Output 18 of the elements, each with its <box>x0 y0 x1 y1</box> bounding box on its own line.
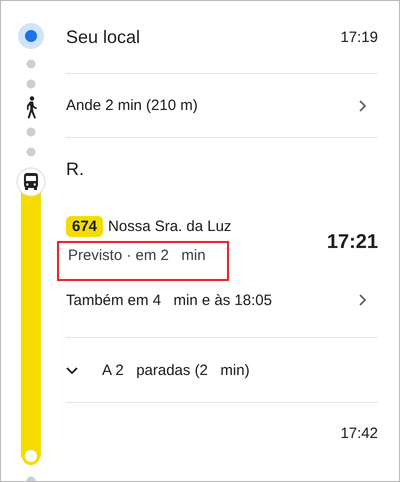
route-headsign: Nossa Sra. da Luz <box>108 218 232 235</box>
stops-summary[interactable]: A 2 paradas (2 min) <box>102 362 250 378</box>
route-dot <box>26 80 36 88</box>
current-location-icon <box>18 23 44 49</box>
walk-directions[interactable]: Ande 2 min (210 m) <box>66 97 198 114</box>
stop-title: R. <box>66 159 84 180</box>
route-number: 674 <box>66 216 104 237</box>
arrival-time: 17:42 <box>340 425 378 442</box>
walking-person-icon <box>27 96 37 118</box>
place-title: Seu local <box>66 26 140 48</box>
other-departures[interactable]: Também em 4 min e às 18:05 <box>66 292 272 308</box>
route-dot <box>26 60 36 68</box>
bus-icon <box>16 168 46 196</box>
route-dot <box>26 128 36 136</box>
arrival-status: Previsto · em 2 min <box>57 241 229 281</box>
bus-time: 17:21 <box>326 231 378 254</box>
route-dot <box>26 148 36 156</box>
departure-time: 17:19 <box>340 28 378 46</box>
